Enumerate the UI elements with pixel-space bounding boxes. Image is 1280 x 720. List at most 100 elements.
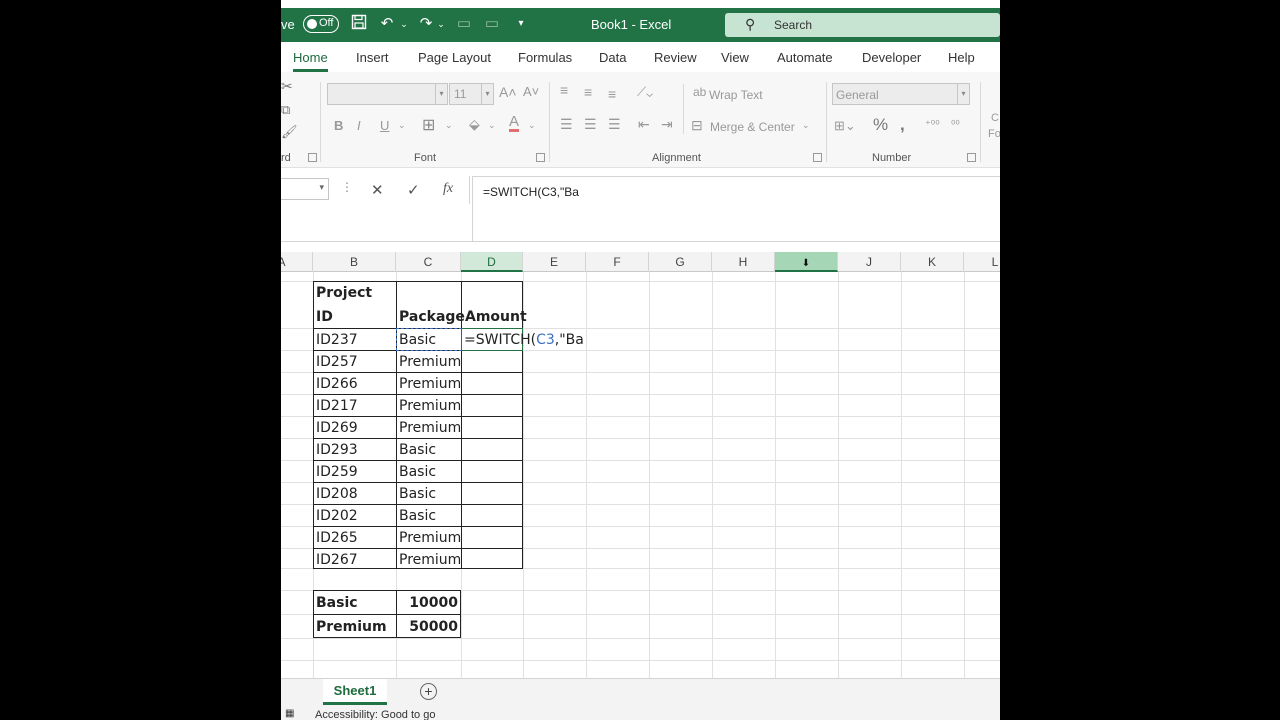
header-id[interactable]: ID [316,308,333,326]
font-size-dropdown[interactable]: 11 ▾ [449,83,494,105]
more-icon[interactable]: ⋮ [341,180,353,194]
tab-data[interactable]: Data [599,50,626,65]
column-header-c[interactable]: C [396,252,461,272]
format-painter-icon[interactable]: 🖌 [281,124,298,140]
cell-package[interactable]: Basic [399,441,436,459]
accessibility-status[interactable]: Accessibility: Good to go [315,709,435,720]
copy-icon[interactable]: ⧉ [281,102,290,118]
align-left-icon[interactable]: ☰ [560,116,573,133]
align-bottom-icon[interactable]: ≡ [608,86,616,102]
cancel-icon[interactable]: ✕ [371,181,384,199]
increase-font-icon[interactable]: A˄ [499,84,517,100]
cell-package[interactable]: Premium [399,397,461,415]
chevron-down-icon[interactable]: ⌄ [445,120,453,131]
cell-id[interactable]: ID208 [316,485,358,503]
tab-formulas[interactable]: Formulas [518,50,572,65]
fill-color-icon[interactable]: ⬙ [469,116,480,133]
decrease-font-icon[interactable]: A˅ [523,84,539,99]
column-header-b[interactable]: B [313,252,396,272]
name-box[interactable]: ▾ [281,178,329,200]
cell-package[interactable]: Basic [399,463,436,481]
column-header-j[interactable]: J [838,252,901,272]
tab-view[interactable]: View [721,50,749,65]
insert-function-icon[interactable]: fx [443,181,453,197]
merge-center-button[interactable]: Merge & Center [710,120,795,134]
percent-icon[interactable]: % [873,115,888,135]
cell-package[interactable]: Premium [399,353,461,371]
cell-id[interactable]: ID267 [316,551,358,569]
orientation-icon[interactable]: ⟋⌄ [637,84,653,100]
tab-review[interactable]: Review [654,50,697,65]
column-header-a[interactable]: A [281,252,313,272]
lookup-amount[interactable]: 10000 [398,594,458,612]
borders-icon[interactable]: ⊞ [422,115,435,135]
add-sheet-icon[interactable]: + [420,683,437,700]
chevron-down-icon[interactable]: ⌄ [528,120,536,131]
cell-package[interactable]: Basic [399,507,436,525]
clipboard-launcher-icon[interactable] [308,153,317,162]
worksheet-grid[interactable]: A B C D E F G H ⬇ J K L Project ID Packa… [281,252,1000,678]
font-color-icon[interactable]: A [509,114,520,132]
number-launcher-icon[interactable] [967,153,976,162]
cell-id[interactable]: ID269 [316,419,358,437]
header-package[interactable]: Package [399,308,465,326]
tab-insert[interactable]: Insert [356,50,389,65]
lookup-amount[interactable]: 50000 [398,618,458,636]
cell-package[interactable]: Premium [399,375,461,393]
increase-indent-icon[interactable]: ⇥ [661,116,673,133]
cell-id[interactable]: ID217 [316,397,358,415]
lookup-package[interactable]: Basic [316,594,358,612]
customize-qat-icon[interactable]: ▾ [511,14,531,34]
alignment-launcher-icon[interactable] [813,153,822,162]
chevron-down-icon[interactable]: ⌄ [802,120,810,131]
sheet-tab-sheet1[interactable]: Sheet1 [323,679,387,705]
font-family-dropdown[interactable]: ▾ [327,83,448,105]
column-header-k[interactable]: K [901,252,964,272]
increase-decimal-icon[interactable]: ⁺⁰⁰ [925,118,940,131]
column-header-i[interactable]: ⬇ [775,252,838,272]
lookup-package[interactable]: Premium [316,618,387,636]
cell-id[interactable]: ID266 [316,375,358,393]
decrease-indent-icon[interactable]: ⇤ [638,116,650,133]
align-top-icon[interactable]: ≡ [560,82,568,98]
header-amount[interactable]: Amount [465,308,527,326]
italic-icon[interactable]: I [357,118,361,133]
font-launcher-icon[interactable] [536,153,545,162]
undo-dropdown-icon[interactable]: ⌄ [394,14,414,34]
tab-page-layout[interactable]: Page Layout [418,50,491,65]
cell-package[interactable]: Premium [399,419,461,437]
redo-dropdown-icon[interactable]: ⌄ [431,14,451,34]
align-right-icon[interactable]: ☰ [608,116,621,133]
cell-id[interactable]: ID293 [316,441,358,459]
align-middle-icon[interactable]: ≡ [584,84,592,100]
accounting-format-icon[interactable]: ⊞⌄ [834,118,856,134]
chevron-down-icon[interactable]: ⌄ [398,120,406,131]
wrap-text-icon[interactable]: ab [693,85,706,99]
cell-id[interactable]: ID237 [316,331,358,349]
cell-package[interactable]: Premium [399,551,461,569]
underline-icon[interactable]: U [380,118,389,133]
merge-center-icon[interactable]: ⊟ [691,117,703,134]
search-box[interactable]: ⚲ Search [725,13,1000,37]
tab-home[interactable]: Home [293,50,328,65]
column-header-f[interactable]: F [586,252,649,272]
cell-package[interactable]: Basic [399,485,436,503]
chevron-down-icon[interactable]: ⌄ [488,120,496,131]
formula-input[interactable]: =SWITCH(C3,"Ba [472,176,1000,242]
tab-automate[interactable]: Automate [777,50,833,65]
enter-icon[interactable]: ✓ [407,181,420,199]
comma-style-icon[interactable]: , [900,115,905,135]
tab-developer[interactable]: Developer [862,50,921,65]
decrease-decimal-icon[interactable]: ⁰⁰ [951,118,960,131]
cell-id[interactable]: ID265 [316,529,358,547]
column-header-e[interactable]: E [523,252,586,272]
column-header-g[interactable]: G [649,252,712,272]
form-icon[interactable]: ▭ [454,14,474,34]
autosave-toggle[interactable]: Off [303,15,339,33]
cell-id[interactable]: ID259 [316,463,358,481]
save-icon[interactable] [349,14,369,34]
wrap-text-button[interactable]: Wrap Text [709,88,763,102]
column-header-d[interactable]: D [461,252,523,272]
align-center-icon[interactable]: ☰ [584,116,597,133]
bold-icon[interactable]: B [334,118,343,133]
